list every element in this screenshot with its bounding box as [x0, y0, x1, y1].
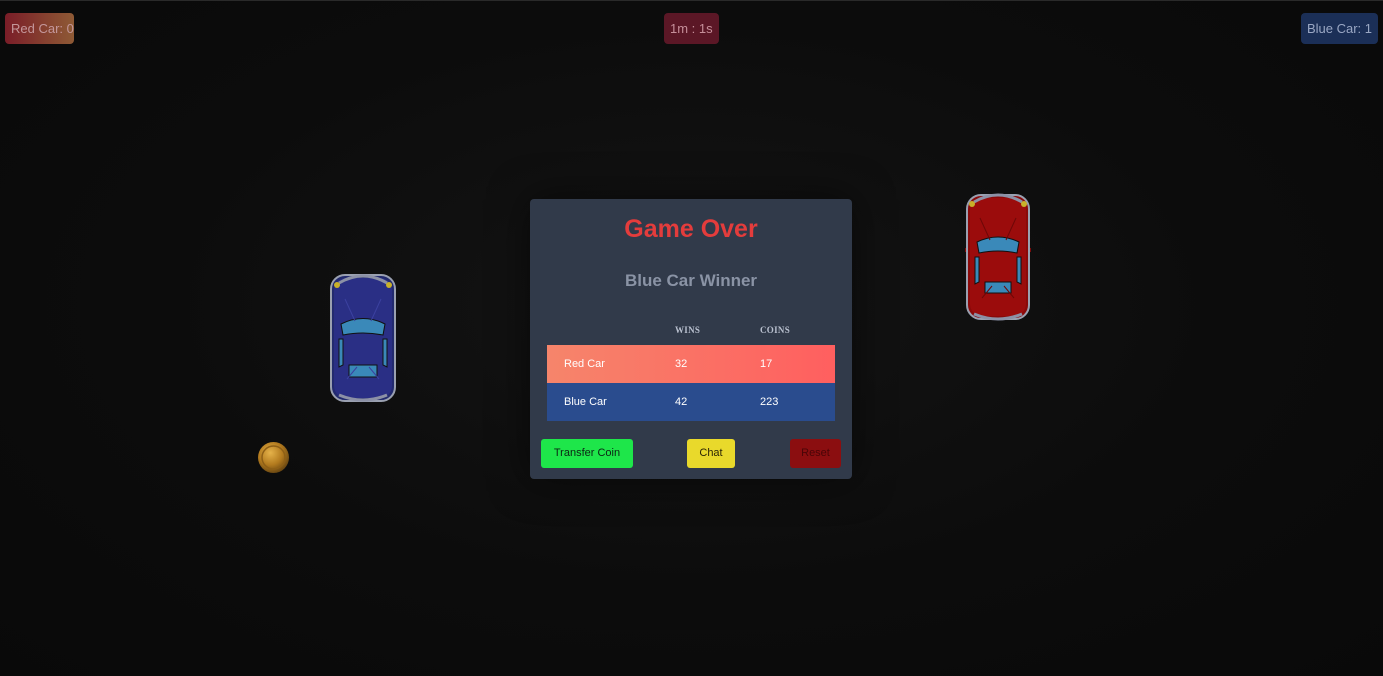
row-wins: 42: [675, 396, 688, 408]
row-name: Blue Car: [564, 396, 607, 408]
winner-text: Blue Car Winner: [624, 271, 758, 290]
row-coins: 17: [760, 358, 773, 370]
score-table: WINS COINS Red Car 32 17 Blue Car 42 223: [547, 319, 835, 421]
red-car-score: Red Car: 0: [5, 13, 74, 44]
table-header-row: WINS COINS: [547, 319, 835, 345]
game-timer: 1m : 1s: [664, 13, 719, 44]
game-over-title: Game Over: [624, 215, 758, 243]
wins-column-header: WINS: [675, 325, 701, 335]
coins-column-header: COINS: [760, 325, 791, 335]
table-row-blue-car: Blue Car 42 223: [547, 383, 835, 421]
reset-button[interactable]: Reset: [790, 439, 841, 468]
row-name: Red Car: [564, 358, 605, 370]
chat-button[interactable]: Chat: [687, 439, 735, 468]
blue-car-score: Blue Car: 1: [1300, 13, 1378, 44]
row-wins: 32: [675, 358, 688, 370]
row-coins: 223: [760, 396, 779, 408]
table-row-red-car: Red Car 32 17: [547, 345, 835, 383]
game-over-modal: Game Over Blue Car Winner WINS COINS Red…: [530, 199, 852, 479]
coin-icon: [258, 442, 289, 473]
transfer-coin-button[interactable]: Transfer Coin: [541, 439, 633, 468]
game-stage: Red Car: 0 1m : 1s Blue Car: 1 Game Over…: [0, 0, 1383, 676]
blue-car-icon: [330, 274, 396, 402]
red-car-icon: [965, 193, 1031, 321]
